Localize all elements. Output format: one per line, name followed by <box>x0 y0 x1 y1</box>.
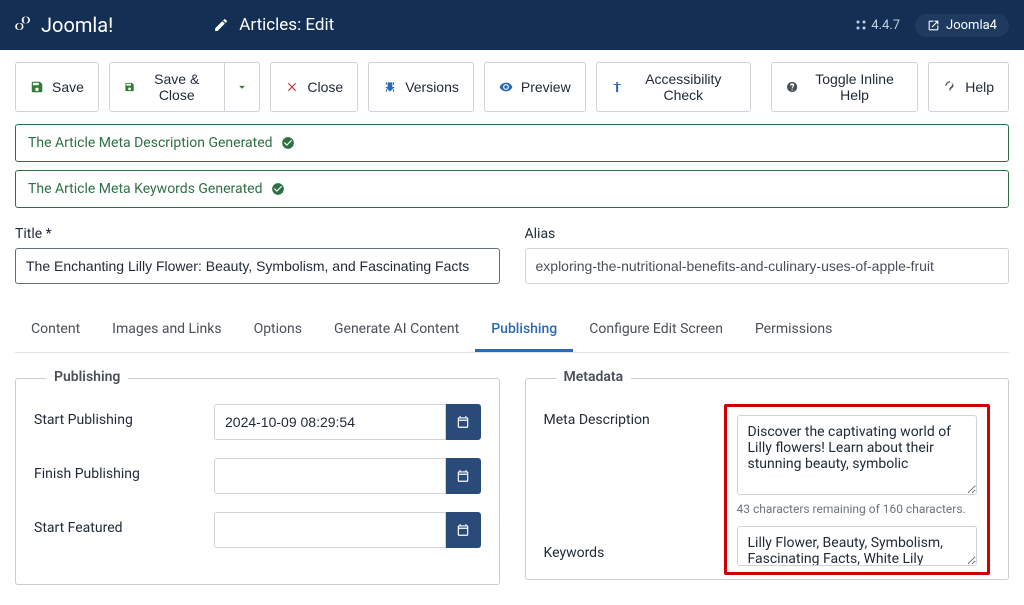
brand-logo[interactable]: Joomla! <box>15 13 113 37</box>
save-button[interactable]: Save <box>15 62 99 112</box>
start-featured-input[interactable] <box>214 512 446 548</box>
start-publishing-label: Start Publishing <box>34 404 214 428</box>
alias-input[interactable] <box>525 248 1010 284</box>
finish-publishing-input[interactable] <box>214 458 446 494</box>
save-close-group: Save & Close <box>109 62 260 112</box>
save-close-button[interactable]: Save & Close <box>109 62 225 112</box>
help-button[interactable]: Help <box>928 62 1009 112</box>
page-title-wrap: Articles: Edit <box>213 15 334 35</box>
tab-images-links[interactable]: Images and Links <box>96 309 237 352</box>
keywords-textarea[interactable] <box>737 526 978 566</box>
tab-publishing[interactable]: Publishing <box>475 309 573 352</box>
calendar-icon <box>456 523 470 537</box>
save-close-dropdown[interactable] <box>225 62 260 112</box>
start-featured-label: Start Featured <box>34 512 214 536</box>
tab-content[interactable]: Content <box>15 309 96 352</box>
top-bar: Joomla! Articles: Edit 4.4.7 Joomla4 <box>0 0 1024 50</box>
inline-help-button[interactable]: Toggle Inline Help <box>771 62 919 112</box>
tab-generate-ai[interactable]: Generate AI Content <box>318 309 475 352</box>
tab-configure-edit[interactable]: Configure Edit Screen <box>573 309 739 352</box>
preview-button[interactable]: Preview <box>484 62 586 112</box>
joomla-icon <box>15 15 35 35</box>
start-publishing-calendar-button[interactable] <box>446 404 481 440</box>
toolbar: Save Save & Close Close Versions Preview… <box>0 50 1024 124</box>
tab-options[interactable]: Options <box>238 309 318 352</box>
content-area: The Article Meta Description Generated T… <box>0 124 1024 605</box>
metadata-fieldset: Metadata Meta Description 43 characters … <box>525 378 1010 580</box>
alert-text: The Article Meta Keywords Generated <box>28 181 263 197</box>
meta-description-counter: 43 characters remaining of 160 character… <box>737 502 978 516</box>
finish-publishing-label: Finish Publishing <box>34 458 214 482</box>
versions-button[interactable]: Versions <box>368 62 474 112</box>
alert-text: The Article Meta Description Generated <box>28 135 273 151</box>
eye-icon <box>499 80 513 94</box>
topbar-right: 4.4.7 Joomla4 <box>855 14 1009 37</box>
publishing-fieldset: Publishing Start Publishing Finish Publi… <box>15 378 500 585</box>
joomla-small-icon <box>855 19 867 31</box>
version-badge[interactable]: 4.4.7 <box>855 18 900 33</box>
publishing-legend: Publishing <box>46 369 128 385</box>
calendar-icon <box>456 469 470 483</box>
title-label: Title * <box>15 226 500 242</box>
page-title: Articles: Edit <box>239 15 334 35</box>
pencil-icon <box>213 17 229 33</box>
chevron-down-icon <box>235 80 249 94</box>
keywords-label: Keywords <box>544 537 724 561</box>
alert-meta-description: The Article Meta Description Generated <box>15 124 1009 162</box>
save-icon <box>124 80 135 94</box>
start-featured-calendar-button[interactable] <box>446 512 481 548</box>
meta-description-textarea[interactable] <box>737 415 978 495</box>
meta-description-label: Meta Description <box>544 404 724 428</box>
metadata-legend: Metadata <box>556 369 632 385</box>
version-text: 4.4.7 <box>871 18 900 33</box>
accessibility-icon <box>611 80 623 94</box>
check-circle-icon <box>281 136 295 150</box>
alert-meta-keywords: The Article Meta Keywords Generated <box>15 170 1009 208</box>
brand-text: Joomla! <box>41 13 113 37</box>
finish-publishing-calendar-button[interactable] <box>446 458 481 494</box>
panels: Publishing Start Publishing Finish Publi… <box>15 378 1009 585</box>
check-circle-icon <box>271 182 285 196</box>
calendar-icon <box>456 415 470 429</box>
title-input[interactable] <box>15 248 500 284</box>
accessibility-button[interactable]: Accessibility Check <box>596 62 751 112</box>
title-row: Title * Alias <box>15 226 1009 284</box>
close-icon <box>285 80 299 94</box>
site-name: Joomla4 <box>946 18 997 33</box>
close-button[interactable]: Close <box>270 62 358 112</box>
tab-permissions[interactable]: Permissions <box>739 309 848 352</box>
highlight-annotation: 43 characters remaining of 160 character… <box>724 404 991 575</box>
question-icon <box>943 80 957 94</box>
start-publishing-input[interactable] <box>214 404 446 440</box>
external-link-icon <box>927 19 940 32</box>
alias-label: Alias <box>525 226 1010 242</box>
versions-icon <box>383 80 397 94</box>
site-badge[interactable]: Joomla4 <box>915 14 1009 37</box>
tabs: Content Images and Links Options Generat… <box>15 309 1009 353</box>
question-circle-icon <box>786 80 798 94</box>
save-icon <box>30 80 44 94</box>
